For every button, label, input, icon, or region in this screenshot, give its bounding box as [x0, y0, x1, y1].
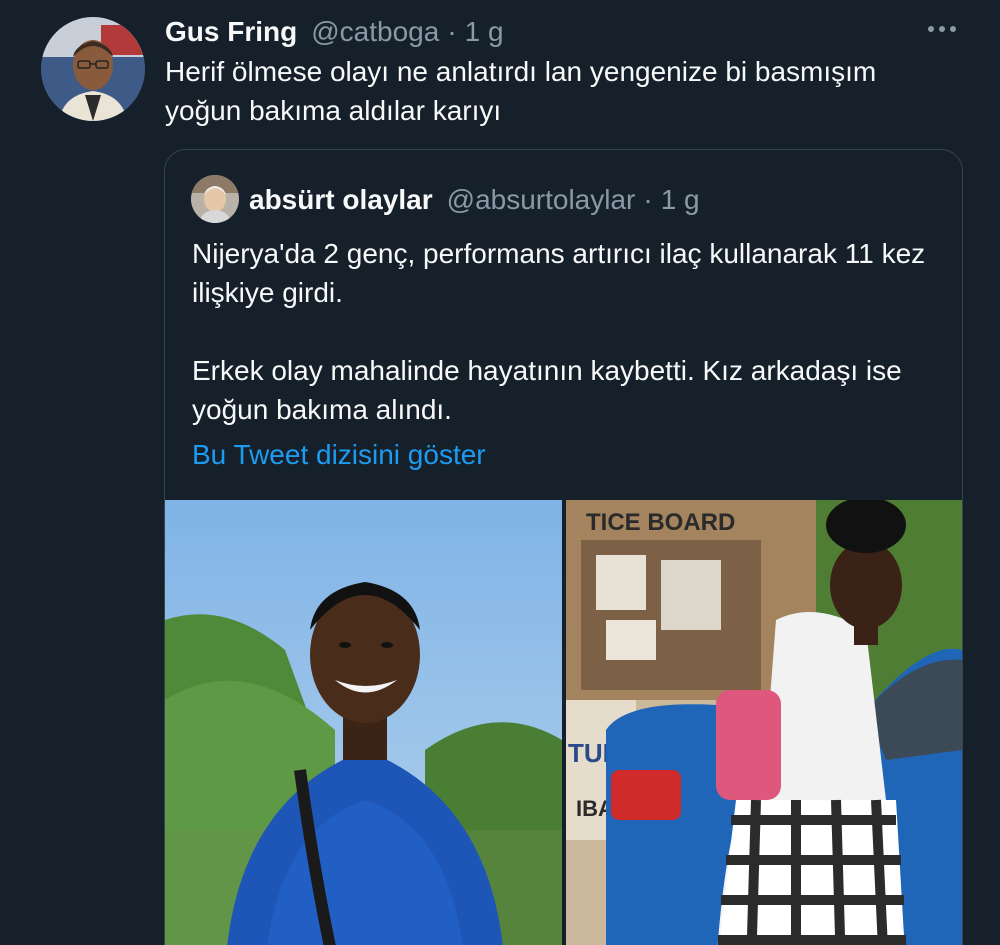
- photo-right[interactable]: TICE BOARD TUD IBA: [565, 500, 963, 945]
- quoted-tweet-timestamp[interactable]: 1 g: [661, 184, 700, 216]
- quoted-paragraph-1: Nijerya'da 2 genç, performans artırıcı i…: [192, 238, 926, 308]
- quoted-author-handle[interactable]: @absurtolaylar: [447, 184, 636, 216]
- notice-board-sign: TICE BOARD: [586, 509, 735, 536]
- avatar-image: [41, 17, 145, 121]
- separator-dot: ·: [447, 16, 457, 47]
- quoted-tweet-text: Nijerya'da 2 genç, performans artırıcı i…: [192, 234, 952, 429]
- separator-dot: ·: [643, 184, 653, 215]
- quoted-tweet-header: absürt olaylar @absurtolaylar · 1 g: [249, 180, 700, 220]
- more-horizontal-icon[interactable]: [920, 14, 964, 44]
- tweet-timestamp[interactable]: 1 g: [465, 16, 504, 48]
- quoted-paragraph-2: Erkek olay mahalinde hayatının kaybetti.…: [192, 355, 902, 425]
- quoted-tweet-card[interactable]: absürt olaylar @absurtolaylar · 1 g Nije…: [164, 149, 963, 945]
- tweet-text: Herif ölmese olayı ne anlatırdı lan yeng…: [165, 56, 877, 126]
- photo-left[interactable]: [165, 500, 562, 945]
- author-avatar[interactable]: [41, 17, 145, 121]
- quoted-author-display-name[interactable]: absürt olaylar: [249, 184, 433, 216]
- author-handle[interactable]: @catboga: [311, 16, 439, 48]
- tweet-header: Gus Fring @catboga · 1 g: [165, 12, 504, 52]
- media-grid: TICE BOARD TUD IBA: [165, 500, 962, 945]
- show-thread-link[interactable]: Bu Tweet dizisini göster: [192, 435, 486, 475]
- quoted-author-avatar[interactable]: [191, 175, 239, 223]
- author-display-name[interactable]: Gus Fring: [165, 16, 297, 48]
- photo-left-image: [165, 500, 562, 945]
- quoted-avatar-image: [191, 175, 239, 223]
- photo-right-image: TICE BOARD TUD IBA: [565, 500, 962, 945]
